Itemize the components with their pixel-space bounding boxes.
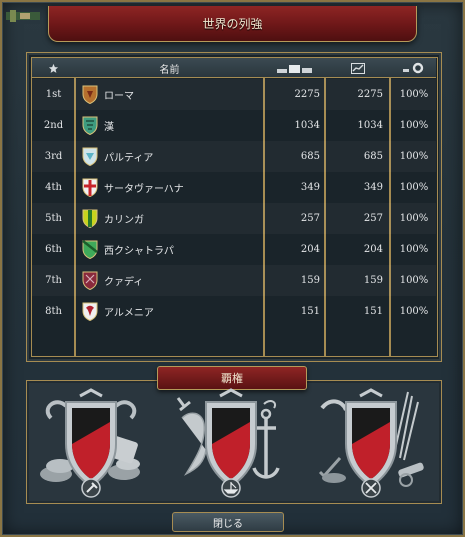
- table-row[interactable]: 6th 西クシャトラパ 204 204 100%: [32, 234, 436, 265]
- rank-cell: 5th: [45, 213, 62, 224]
- country-shield-icon: [82, 209, 98, 228]
- percent-cell: 100%: [399, 151, 429, 162]
- crossed-swords-icon: [361, 478, 381, 498]
- window-title: 世界の列強: [202, 17, 263, 31]
- country-shield-icon: [82, 302, 98, 321]
- rank-cell: 6th: [45, 244, 62, 255]
- percent-cell: 100%: [399, 275, 429, 286]
- score2-cell: 204: [363, 244, 383, 255]
- country-shield-icon: [82, 147, 98, 166]
- score-cell: 1034: [294, 120, 320, 131]
- star-icon: [48, 63, 59, 73]
- sort-by-score-header[interactable]: [264, 58, 325, 78]
- sort-by-rank-header[interactable]: [32, 58, 75, 78]
- score2-cell: 349: [363, 182, 383, 193]
- sort-by-trend-header[interactable]: [325, 58, 390, 78]
- table-row[interactable]: 3rd パルティア 685 685 100%: [32, 141, 436, 172]
- great-powers-table: 名前 1st ローマ 2275 2275 100% 2nd 漢 1034 103…: [26, 52, 442, 362]
- name-cell: 西クシャトラパ: [82, 234, 262, 265]
- name-cell: ローマ: [82, 79, 262, 110]
- rank-cell: 7th: [45, 275, 62, 286]
- country-name: クァディ: [104, 277, 144, 288]
- table-row[interactable]: 8th アルメニア 151 151 100%: [32, 296, 436, 327]
- country-name: 漢: [104, 122, 114, 133]
- country-shield-icon: [82, 116, 98, 135]
- rank-cell: 4th: [45, 182, 62, 193]
- window-title-banner: 世界の列強: [48, 6, 417, 42]
- name-cell: サータヴァーハナ: [82, 172, 262, 203]
- name-header-label: 名前: [159, 64, 180, 76]
- military-hegemony-emblem[interactable]: [316, 388, 426, 500]
- country-name: ローマ: [104, 91, 134, 102]
- table-body: 1st ローマ 2275 2275 100% 2nd 漢 1034 1034 1…: [32, 79, 436, 327]
- percent-cell: 100%: [399, 120, 429, 131]
- table-row[interactable]: 4th サータヴァーハナ 349 349 100%: [32, 172, 436, 203]
- score-cell: 151: [300, 306, 320, 317]
- close-button[interactable]: 閉じる: [172, 512, 284, 532]
- name-cell: クァディ: [82, 265, 262, 296]
- ship-icon: [221, 478, 241, 498]
- economic-hegemony-emblem[interactable]: [36, 388, 146, 500]
- name-cell: パルティア: [82, 141, 262, 172]
- name-cell: アルメニア: [82, 296, 262, 327]
- country-name: サータヴァーハナ: [104, 184, 184, 195]
- country-shield-icon: [82, 85, 98, 104]
- country-name: アルメニア: [104, 308, 154, 319]
- score-cell: 349: [300, 182, 320, 193]
- country-shield-icon: [82, 240, 98, 259]
- country-name: 西クシャトラパ: [104, 246, 174, 257]
- rank-cell: 1st: [45, 89, 62, 100]
- percent-cell: 100%: [399, 182, 429, 193]
- sort-by-name-header[interactable]: 名前: [75, 58, 264, 78]
- country-name: カリンガ: [104, 215, 144, 226]
- hammer-icon: [81, 478, 101, 498]
- score2-cell: 257: [363, 213, 383, 224]
- score-cell: 2275: [294, 89, 320, 100]
- hegemony-title-banner: 覇権: [157, 366, 307, 390]
- percent-cell: 100%: [399, 213, 429, 224]
- score2-cell: 159: [363, 275, 383, 286]
- stacked-bars-icon: [276, 65, 312, 73]
- map-corner-icon: [6, 10, 40, 22]
- score2-cell: 1034: [357, 120, 383, 131]
- sort-by-percent-header[interactable]: [390, 58, 438, 78]
- rank-cell: 2nd: [43, 120, 64, 131]
- score-cell: 257: [300, 213, 320, 224]
- percent-cell: 100%: [399, 244, 429, 255]
- gear-icon: [403, 62, 424, 74]
- score-cell: 685: [300, 151, 320, 162]
- table-row[interactable]: 1st ローマ 2275 2275 100%: [32, 79, 436, 110]
- percent-cell: 100%: [399, 306, 429, 317]
- country-shield-icon: [82, 178, 98, 197]
- country-shield-icon: [82, 271, 98, 290]
- name-cell: 漢: [82, 110, 262, 141]
- name-cell: カリンガ: [82, 203, 262, 234]
- country-name: パルティア: [104, 153, 154, 164]
- naval-hegemony-emblem[interactable]: [176, 388, 286, 500]
- line-chart-icon: [350, 62, 365, 74]
- rank-cell: 8th: [45, 306, 62, 317]
- score2-cell: 685: [363, 151, 383, 162]
- rank-cell: 3rd: [44, 151, 63, 162]
- score-cell: 204: [300, 244, 320, 255]
- table-row[interactable]: 7th クァディ 159 159 100%: [32, 265, 436, 296]
- hegemony-title: 覇権: [221, 372, 243, 385]
- score2-cell: 2275: [357, 89, 383, 100]
- table-row[interactable]: 2nd 漢 1034 1034 100%: [32, 110, 436, 141]
- table-header: 名前: [32, 58, 436, 78]
- score2-cell: 151: [363, 306, 383, 317]
- table-row[interactable]: 5th カリンガ 257 257 100%: [32, 203, 436, 234]
- percent-cell: 100%: [399, 89, 429, 100]
- score-cell: 159: [300, 275, 320, 286]
